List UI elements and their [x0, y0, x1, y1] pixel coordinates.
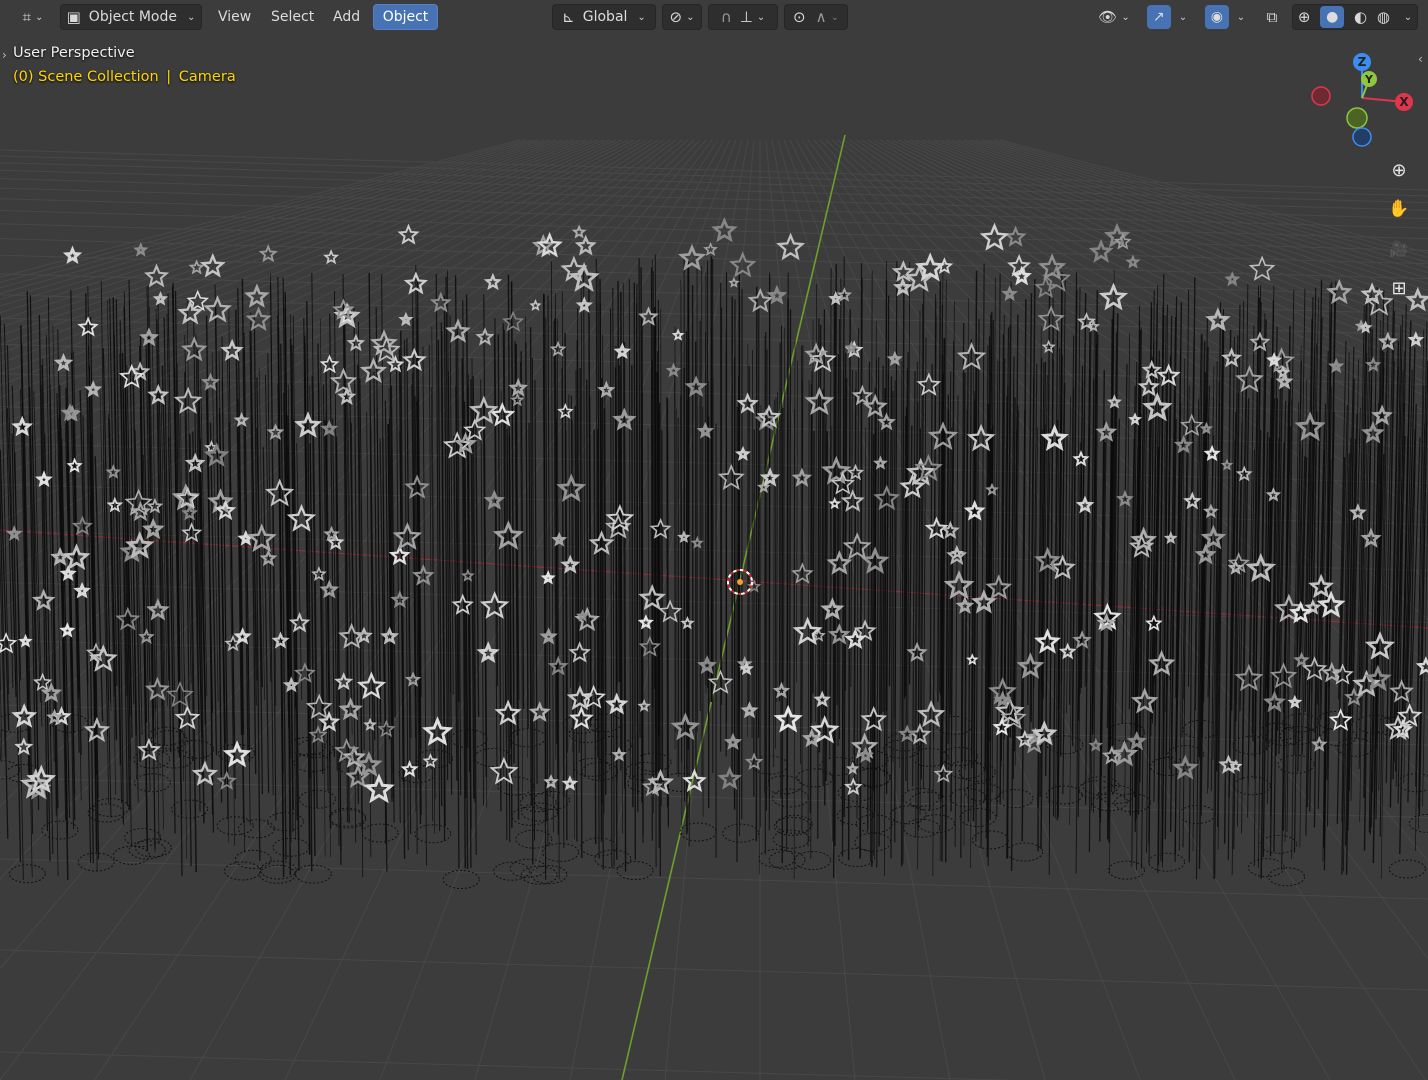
gizmo-arrow-icon[interactable]: ↗ [1146, 5, 1171, 29]
chevron-down-icon[interactable]: ⌄ [1404, 12, 1412, 23]
zoom-button[interactable]: ⊕ [1382, 153, 1416, 187]
mode-selector[interactable]: ▣ Object Mode ⌄ [60, 4, 202, 30]
pan-button[interactable]: ✋ [1382, 192, 1416, 226]
chevron-down-icon: ⌄ [1121, 11, 1130, 23]
menu-object[interactable]: Object [373, 4, 438, 30]
ortho-toggle-icon: ⊞ [1391, 277, 1407, 299]
chevron-down-icon: ⌄ [1236, 11, 1246, 23]
viewport-canvas[interactable]: X Z Y [0, 0, 1428, 1080]
chevron-down-icon: ⌄ [35, 11, 44, 23]
chevron-down-icon: ⌄ [1178, 11, 1188, 23]
overlays-toggle[interactable]: ◉ ⌄ [1200, 4, 1250, 30]
collection-name: (0) Scene Collection [13, 69, 159, 85]
xray-icon: ⧉ [1266, 7, 1278, 26]
chevron-down-icon: ⌄ [187, 11, 196, 23]
gizmo-toggle[interactable]: ↗ ⌄ [1142, 4, 1192, 30]
collection-separator: | [166, 69, 172, 85]
proportional-editing-controls[interactable]: ⊙ ∧ ⌄ [784, 4, 848, 30]
snap-controls[interactable]: ∩ ⊥ ⌄ [708, 4, 778, 30]
camera-view-button[interactable]: 🎥 [1382, 232, 1416, 266]
object-mode-icon: ▣ [66, 7, 81, 26]
gizmo-y-label: Y [1364, 73, 1374, 86]
chevron-down-icon: ⌄ [637, 11, 646, 23]
gizmo-x-label: X [1399, 95, 1409, 109]
falloff-curve-icon[interactable]: ∧ [816, 9, 827, 25]
transform-orientation-selector[interactable]: ⊾ Global ⌄ [552, 4, 656, 30]
overlays-icon[interactable]: ◉ [1204, 5, 1229, 29]
snap-magnet-icon[interactable]: ∩ [721, 9, 732, 25]
active-collection-label: (0) Scene Collection | Camera [13, 69, 236, 85]
ortho-toggle-button[interactable]: ⊞ [1382, 271, 1416, 305]
chevron-down-icon: ⌄ [756, 11, 766, 23]
menu-add[interactable]: Add [327, 4, 366, 30]
visibility-selector[interactable]: 👁 ⌄ [1094, 4, 1134, 30]
gizmo-neg-y [1346, 107, 1368, 129]
mode-label: Object Mode [88, 9, 177, 25]
eye-icon: 👁 [1098, 7, 1118, 26]
zoom-icon: ⊕ [1391, 159, 1407, 181]
shading-mode-group: ⊕ ● ◐ ◍ ⌄ [1292, 4, 1418, 30]
hand-pan-icon: ✋ [1388, 199, 1410, 219]
chevron-down-icon: ⌄ [830, 11, 839, 23]
viewport-header: ⌗ ⌄ ▣ Object Mode ⌄ View Select Add Objec… [0, 0, 1428, 34]
snap-increment-icon[interactable]: ⊥ [740, 9, 753, 25]
sidebar-expand-arrow-icon[interactable]: ‹ [1418, 52, 1423, 66]
pivot-link-icon: ⊘ [669, 7, 683, 26]
orientation-axes-icon: ⊾ [562, 7, 575, 26]
editor-type-button[interactable]: ⌗ ⌄ [14, 4, 52, 30]
xray-toggle[interactable]: ⧉ [1258, 4, 1286, 30]
toolbar-expand-arrow-icon[interactable]: › [2, 48, 7, 62]
rendered-shading-icon[interactable]: ◍ [1377, 9, 1390, 25]
solid-shading-icon[interactable]: ● [1320, 6, 1345, 28]
view-name-label: User Perspective [13, 45, 135, 61]
menu-view[interactable]: View [212, 4, 257, 30]
gizmo-neg-z [1352, 127, 1372, 147]
proportional-editing-icon[interactable]: ⊙ [793, 9, 806, 25]
active-object-name: Camera [178, 69, 236, 85]
orientation-label: Global [582, 9, 628, 25]
menu-select[interactable]: Select [265, 4, 320, 30]
material-shading-icon[interactable]: ◐ [1354, 9, 1367, 25]
camera-view-icon: 🎥 [1389, 240, 1409, 258]
chevron-down-icon: ⌄ [686, 11, 695, 23]
gizmo-neg-x [1311, 86, 1331, 106]
pivot-point-selector[interactable]: ⊘ ⌄ [662, 4, 702, 30]
editor-type-icon: ⌗ [22, 7, 32, 26]
wireframe-shading-icon[interactable]: ⊕ [1298, 9, 1311, 25]
gizmo-z-label: Z [1358, 55, 1367, 69]
